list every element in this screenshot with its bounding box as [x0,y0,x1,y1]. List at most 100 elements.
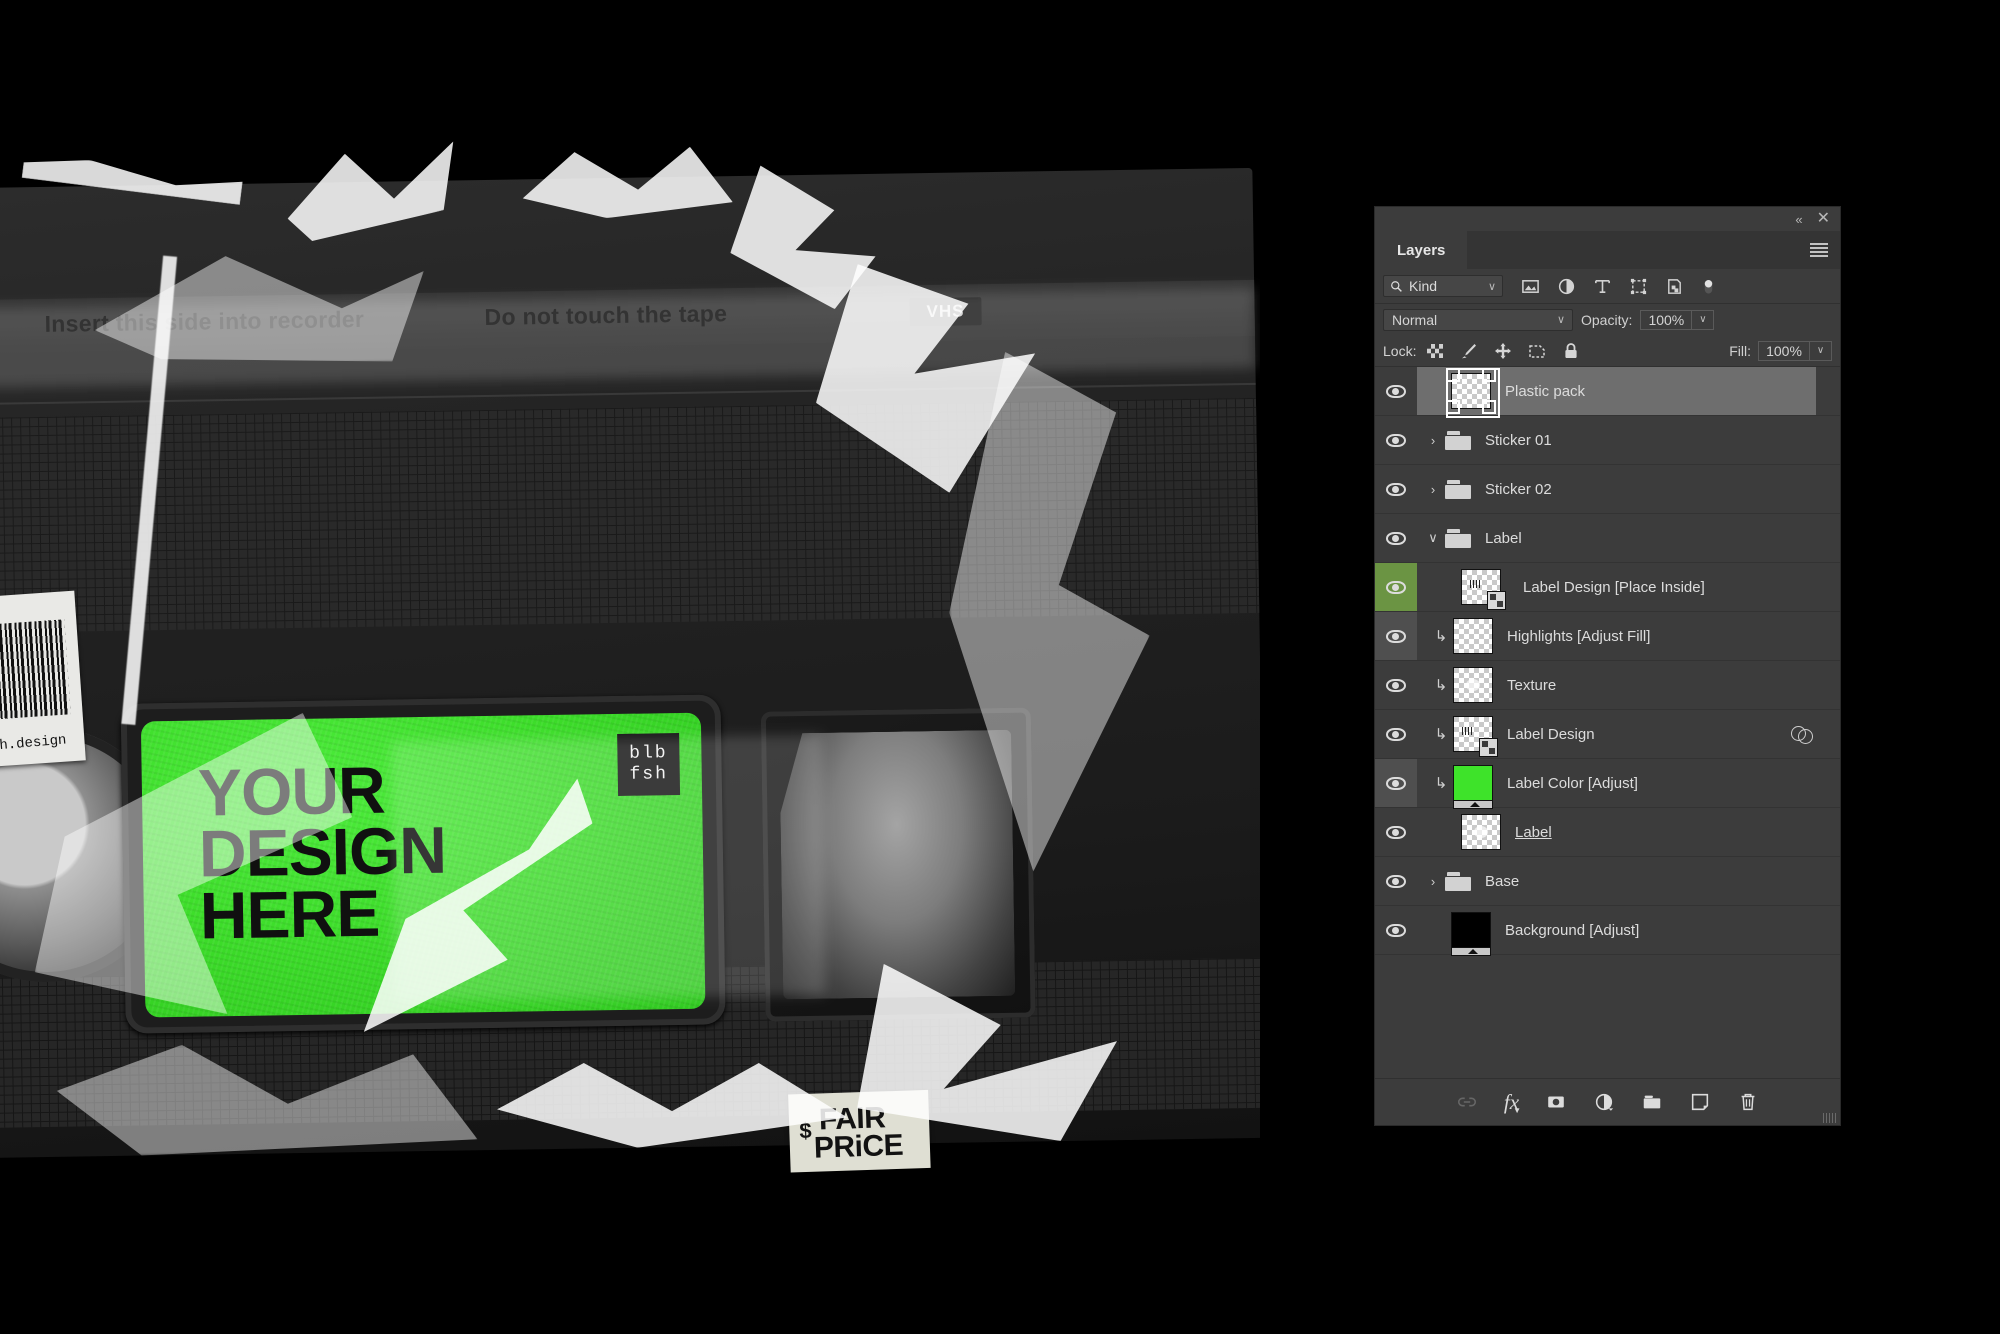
layer-name[interactable]: Plastic pack [1505,383,1585,400]
layer-thumbnail[interactable] [1461,569,1506,610]
layer-row-body[interactable]: › Base [1417,857,1840,905]
scroll-gutter[interactable] [1816,710,1840,758]
table-row[interactable]: ↳ Texture [1375,661,1840,710]
collapse-panel-icon[interactable]: « [1795,212,1802,227]
table-row[interactable]: › Sticker 01 [1375,416,1840,465]
scroll-gutter[interactable] [1816,367,1840,415]
layer-name[interactable]: Sticker 01 [1485,432,1552,449]
table-row[interactable]: Background [Adjust] [1375,906,1840,956]
scroll-gutter[interactable] [1816,906,1840,954]
lock-all-icon[interactable] [1562,342,1580,360]
scroll-gutter[interactable] [1816,857,1840,905]
panel-resize-grip[interactable] [1823,1113,1837,1123]
new-group-icon[interactable] [1641,1091,1663,1113]
layer-row-body[interactable]: ↳ Label Design ∨ [1417,710,1840,758]
layer-visibility-toggle[interactable] [1375,857,1417,905]
layer-name[interactable]: Sticker 02 [1485,481,1552,498]
layer-thumbnail[interactable] [1451,912,1491,956]
layer-row-body[interactable]: Background [Adjust] [1417,906,1840,956]
layer-name[interactable]: Highlights [Adjust Fill] [1507,628,1650,645]
lock-artboard-nesting-icon[interactable] [1528,342,1546,360]
layer-visibility-toggle[interactable] [1375,465,1417,513]
table-row[interactable]: ↳ Label Design ∨ [1375,710,1840,759]
filter-kind-select[interactable]: Kind ∨ [1383,275,1503,297]
new-layer-icon[interactable] [1689,1091,1711,1113]
layer-name[interactable]: Texture [1507,677,1556,694]
smart-filters-icon[interactable] [1791,726,1814,744]
layer-name[interactable]: Label [1515,824,1552,841]
new-adjustment-layer-icon[interactable] [1593,1091,1615,1113]
layer-thumbnail[interactable] [1453,667,1493,703]
layer-visibility-toggle[interactable] [1375,906,1417,954]
layer-visibility-toggle[interactable] [1375,514,1417,562]
layer-name[interactable]: Background [Adjust] [1505,922,1639,939]
shape-layer-filter-icon[interactable] [1629,277,1648,296]
layer-name[interactable]: Label [1485,530,1522,547]
scroll-gutter[interactable] [1816,563,1840,611]
layer-row-body[interactable]: › Sticker 01 [1417,416,1840,464]
layer-visibility-toggle[interactable] [1375,759,1417,807]
layer-visibility-toggle[interactable] [1375,710,1417,758]
filter-toggle-switch[interactable] [1701,275,1716,297]
layer-thumbnail[interactable] [1453,765,1493,809]
delete-layer-icon[interactable] [1737,1091,1759,1113]
fill-input[interactable]: 100% [1758,340,1810,361]
fill-stepper-chevron-icon[interactable]: ∨ [1810,340,1832,361]
close-panel-icon[interactable]: ✕ [1817,211,1830,227]
adjustment-layer-filter-icon[interactable] [1557,277,1576,296]
layer-row-body[interactable]: ∨ Label [1417,514,1840,562]
link-layers-icon[interactable] [1456,1091,1478,1113]
layer-visibility-toggle[interactable] [1375,416,1417,464]
scroll-gutter[interactable] [1816,465,1840,513]
group-expand-chevron-icon[interactable]: › [1425,482,1441,497]
lock-position-icon[interactable] [1494,342,1512,360]
layer-row-body[interactable]: Label [1417,808,1840,856]
layer-visibility-toggle[interactable] [1375,661,1417,709]
scroll-gutter[interactable] [1816,808,1840,856]
layer-row-body[interactable]: › Sticker 02 [1417,465,1840,513]
layer-row-body[interactable]: ↳ Label Color [Adjust] [1417,759,1840,809]
scroll-gutter[interactable] [1816,612,1840,660]
type-layer-filter-icon[interactable] [1593,277,1612,296]
table-row[interactable]: ↳ Label Color [Adjust] [1375,759,1840,809]
smart-object-filter-icon[interactable] [1665,277,1684,296]
layer-row-body[interactable]: ↳ Highlights [Adjust Fill] [1417,612,1840,660]
tab-layers[interactable]: Layers [1375,231,1468,269]
group-collapse-chevron-icon[interactable]: ∨ [1425,530,1441,546]
table-row[interactable]: Label Design [Place Inside] [1375,563,1840,612]
layer-name[interactable]: Label Color [Adjust] [1507,775,1638,792]
panel-menu-icon[interactable] [1810,243,1828,257]
table-row[interactable]: › Sticker 02 [1375,465,1840,514]
layer-thumbnail[interactable] [1461,814,1501,850]
layer-thumbnail[interactable] [1453,716,1498,757]
table-row[interactable]: ↳ Highlights [Adjust Fill] [1375,612,1840,661]
pixel-layer-filter-icon[interactable] [1521,277,1540,296]
opacity-stepper-chevron-icon[interactable]: ∨ [1692,309,1715,330]
layer-visibility-toggle[interactable] [1375,808,1417,856]
add-layer-mask-icon[interactable] [1545,1091,1567,1113]
scroll-gutter[interactable] [1816,661,1840,709]
add-layer-style-fx-icon[interactable]: fx ▼ [1504,1090,1521,1115]
layer-visibility-toggle[interactable] [1375,563,1417,611]
layer-visibility-toggle[interactable] [1375,612,1417,660]
layer-row-body[interactable]: ↳ Texture [1417,661,1840,709]
scroll-gutter[interactable] [1816,514,1840,562]
lock-transparent-pixels-icon[interactable] [1426,342,1444,360]
opacity-input[interactable]: 100% [1640,309,1693,330]
group-expand-chevron-icon[interactable]: › [1425,433,1441,448]
table-row[interactable]: › Base [1375,857,1840,906]
layer-visibility-toggle[interactable] [1375,367,1417,415]
table-row[interactable]: Plastic pack [1375,367,1840,418]
layer-row-body[interactable]: Label Design [Place Inside] [1417,563,1840,611]
layer-row-body[interactable]: Plastic pack [1417,367,1840,418]
layer-name[interactable]: Label Design [Place Inside] [1523,579,1705,596]
scroll-gutter[interactable] [1816,416,1840,464]
table-row[interactable]: Label [1375,808,1840,857]
table-row[interactable]: ∨ Label [1375,514,1840,563]
lock-image-pixels-icon[interactable] [1460,342,1478,360]
layer-thumbnail[interactable] [1453,618,1493,654]
scroll-gutter[interactable] [1816,759,1840,807]
layer-name[interactable]: Base [1485,873,1519,890]
layer-name[interactable]: Label Design [1507,726,1595,743]
blend-mode-select[interactable]: Normal ∨ [1383,308,1573,331]
